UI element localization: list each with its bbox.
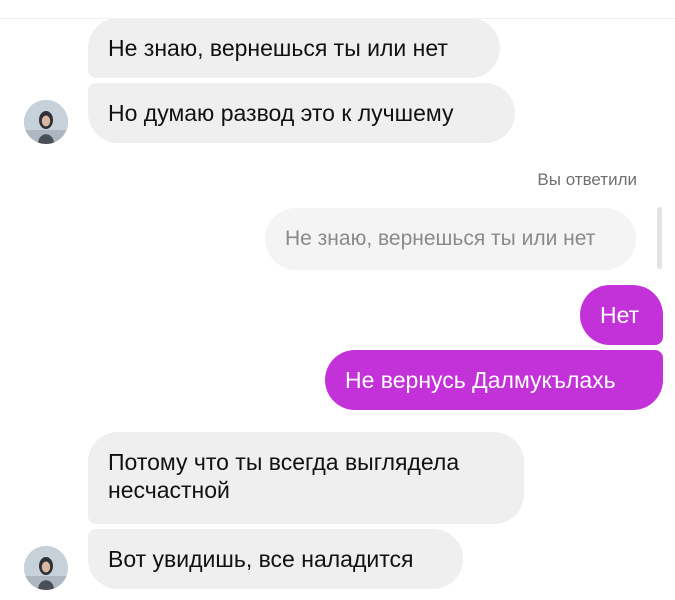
avatar-photo-icon bbox=[24, 546, 68, 590]
message-text: Потому что ты всегда выглядела несчастно… bbox=[108, 449, 460, 503]
incoming-message-bubble[interactable]: Не знаю, вернешься ты или нет bbox=[88, 18, 500, 78]
message-text: Не вернусь Далмукълахь bbox=[345, 367, 616, 393]
reply-indicator-bar bbox=[657, 207, 662, 269]
outgoing-message-bubble[interactable]: Нет bbox=[580, 285, 663, 345]
contact-avatar[interactable] bbox=[24, 100, 68, 144]
quoted-message-bubble[interactable]: Не знаю, вернешься ты или нет bbox=[265, 208, 636, 270]
outgoing-message-bubble[interactable]: Не вернусь Далмукълахь bbox=[325, 350, 663, 410]
reply-label: Вы ответили bbox=[537, 170, 637, 189]
message-text: Нет bbox=[600, 302, 640, 328]
avatar-photo-icon bbox=[24, 100, 68, 144]
incoming-message-bubble[interactable]: Потому что ты всегда выглядела несчастно… bbox=[88, 432, 524, 524]
message-text: Но думаю развод это к лучшему bbox=[108, 100, 454, 126]
message-text: Не знаю, вернешься ты или нет bbox=[108, 35, 448, 61]
incoming-message-bubble[interactable]: Но думаю развод это к лучшему bbox=[88, 83, 515, 143]
contact-avatar[interactable] bbox=[24, 546, 68, 590]
message-text: Вот увидишь, все наладится bbox=[108, 546, 414, 572]
incoming-message-bubble[interactable]: Вот увидишь, все наладится bbox=[88, 529, 463, 589]
quoted-message-text: Не знаю, вернешься ты или нет bbox=[285, 227, 596, 250]
